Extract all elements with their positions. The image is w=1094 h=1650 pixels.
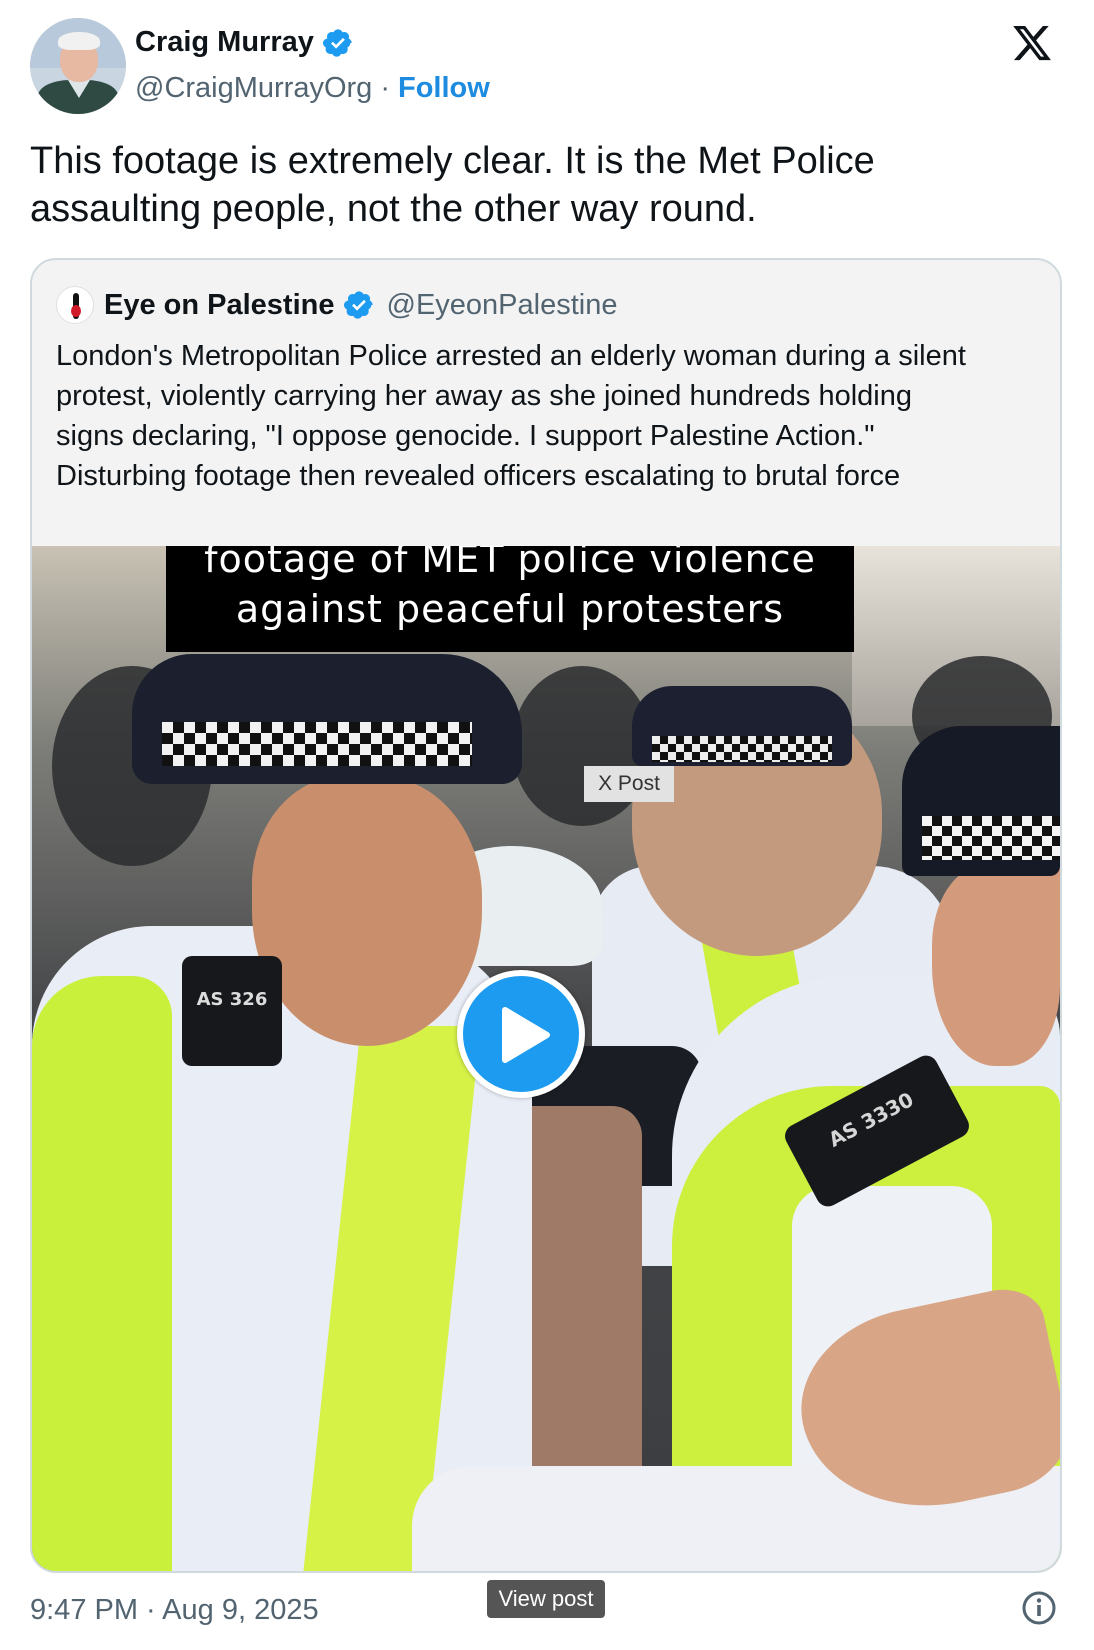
video-thumbnail[interactable]: AS 326 AS 3330 footage of MET police vio… [32, 546, 1060, 1571]
video-caption-line: against peaceful protesters [235, 587, 785, 631]
shoulder-badge-left: AS 326 [182, 956, 282, 1066]
tweet-embed-card: Craig Murray @CraigMurrayOrg · Follow Th… [0, 0, 1094, 1650]
quoted-author-handle[interactable]: @EyeonPalestine [387, 289, 618, 322]
author-name-row: Craig Murray [135, 26, 354, 59]
video-caption-line: footage of MET police violence [204, 546, 816, 581]
author-avatar[interactable] [30, 18, 126, 114]
checkered-hat-band [652, 736, 832, 762]
officer-left-face [252, 776, 482, 1046]
info-icon[interactable] [1021, 1590, 1057, 1626]
view-post-button[interactable]: View post [487, 1580, 605, 1618]
checkered-hat-band [922, 816, 1060, 860]
tweet-text-line: This footage is extremely clear. It is t… [30, 140, 875, 182]
author-handle-row: @CraigMurrayOrg · Follow [135, 72, 490, 105]
quoted-tweet-header: Eye on Palestine @EyeonPalestine [56, 286, 617, 324]
timestamp-link[interactable]: 9:47 PM · Aug 9, 2025 [30, 1594, 319, 1627]
separator-dot: · [380, 72, 390, 104]
officer-right-face [932, 866, 1060, 1066]
quoted-text-line: protest, violently carrying her away as … [56, 380, 912, 412]
video-caption: footage of MET police violence against p… [166, 546, 854, 652]
author-handle[interactable]: @CraigMurrayOrg [135, 72, 372, 105]
crowd-figure [512, 666, 652, 826]
x-logo-icon[interactable] [1010, 22, 1054, 64]
tweet-text-line: assaulting people, not the other way rou… [30, 188, 757, 230]
quoted-text-line: signs declaring, "I oppose genocide. I s… [56, 420, 875, 452]
play-button[interactable] [457, 970, 585, 1098]
play-icon [502, 1007, 550, 1063]
verified-badge-icon [343, 291, 373, 319]
verified-badge-icon [322, 28, 352, 57]
quoted-tweet[interactable]: Eye on Palestine @EyeonPalestine London'… [30, 258, 1062, 1573]
quoted-text-line: London's Metropolitan Police arrested an… [56, 340, 966, 372]
checkered-hat-band [162, 722, 472, 766]
x-post-label: X Post [584, 766, 674, 802]
quoted-author-display-name[interactable]: Eye on Palestine [104, 289, 335, 322]
quoted-author-avatar[interactable] [56, 286, 94, 324]
quoted-tweet-text: London's Metropolitan Police arrested an… [56, 336, 1046, 496]
follow-button[interactable]: Follow [398, 72, 490, 105]
author-display-name[interactable]: Craig Murray [135, 26, 314, 59]
hi-vis-vest [32, 976, 172, 1571]
tweet-text: This footage is extremely clear. It is t… [30, 137, 1060, 233]
quoted-text-line: Disturbing footage then revealed officer… [56, 460, 901, 492]
